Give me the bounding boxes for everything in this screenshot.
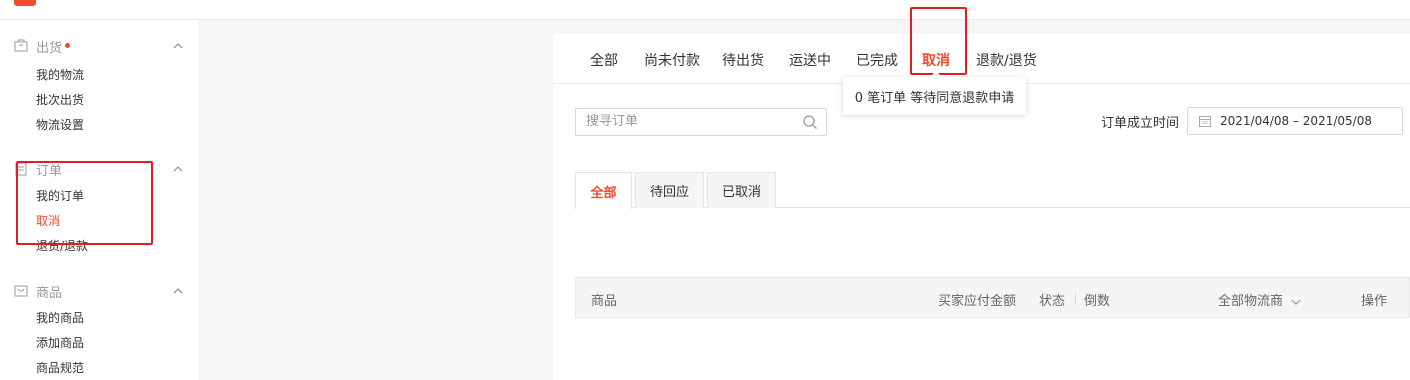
- notification-dot: [65, 42, 71, 48]
- column-status: 状态: [1039, 294, 1066, 309]
- date-filter-label: 订单成立时间: [1101, 116, 1180, 131]
- sidebar-item-logistics-settings[interactable]: 物流设置: [36, 116, 84, 133]
- date-range-value: 2021/04/08 – 2021/05/08: [1220, 114, 1372, 128]
- column-actions: 操作: [1361, 294, 1388, 309]
- subtab-awaiting-response[interactable]: 待回应: [635, 172, 704, 208]
- search-icon[interactable]: [802, 114, 818, 130]
- top-header: [0, 0, 1410, 20]
- order-search-input[interactable]: 搜寻订单: [575, 108, 827, 136]
- orders-table-header: 商品 买家应付金额 状态 倒数 全部物流商 操作: [575, 277, 1410, 318]
- sidebar-item-add-product[interactable]: 添加商品: [36, 334, 84, 351]
- chevron-up-icon[interactable]: [172, 163, 184, 175]
- cancel-sub-tabs: 全部 待回应 已取消: [575, 172, 1410, 209]
- subtab-all[interactable]: 全部: [575, 172, 632, 209]
- tab-shipping[interactable]: 运送中: [789, 50, 831, 70]
- column-carrier-filter[interactable]: 全部物流商: [1218, 290, 1301, 309]
- sidebar-item-batch-shipping[interactable]: 批次出货: [36, 91, 84, 108]
- chevron-down-icon[interactable]: [1291, 297, 1301, 307]
- search-placeholder: 搜寻订单: [586, 114, 639, 129]
- column-buyer-payment: 买家应付金额: [938, 294, 1017, 309]
- calendar-icon: [1199, 116, 1211, 127]
- seller-logo-icon[interactable]: [14, 0, 36, 6]
- truck-box-icon: [14, 39, 28, 52]
- date-range-picker[interactable]: 2021/04/08 – 2021/05/08: [1187, 107, 1403, 135]
- tab-to-ship[interactable]: 待出货: [722, 50, 764, 70]
- column-countdown: 倒数: [1084, 294, 1111, 309]
- tab-completed[interactable]: 已完成: [856, 50, 898, 70]
- column-product: 商品: [591, 294, 618, 309]
- tab-refund-return[interactable]: 退款/退货: [976, 50, 1037, 70]
- chevron-up-icon[interactable]: [172, 40, 184, 52]
- tab-all[interactable]: 全部: [590, 50, 618, 70]
- subtab-cancelled[interactable]: 已取消: [707, 172, 776, 208]
- highlight-box-cancel-tab: [910, 7, 967, 75]
- sidebar-item-my-products[interactable]: 我的商品: [36, 309, 84, 326]
- sidebar-item-product-rules[interactable]: 商品规范: [36, 359, 84, 376]
- pending-refund-tooltip: 0 笔订单 等待同意退款申请: [843, 71, 1026, 115]
- product-bag-icon: [14, 285, 28, 297]
- tooltip-text: 0 笔订单 等待同意退款申请: [854, 90, 1015, 106]
- carrier-filter-label: 全部物流商: [1218, 294, 1284, 309]
- tab-unpaid[interactable]: 尚未付款: [644, 50, 700, 70]
- sidebar-group-title: 商品: [36, 285, 63, 301]
- sidebar-item-my-logistics[interactable]: 我的物流: [36, 66, 84, 83]
- highlight-box-sidebar: [16, 161, 153, 245]
- sidebar-group-title: 出货: [36, 40, 63, 56]
- chevron-up-icon[interactable]: [172, 285, 184, 297]
- column-divider: [1075, 292, 1076, 305]
- sidebar-group-shipping[interactable]: 出货: [14, 36, 184, 56]
- sidebar-group-products[interactable]: 商品: [14, 281, 184, 301]
